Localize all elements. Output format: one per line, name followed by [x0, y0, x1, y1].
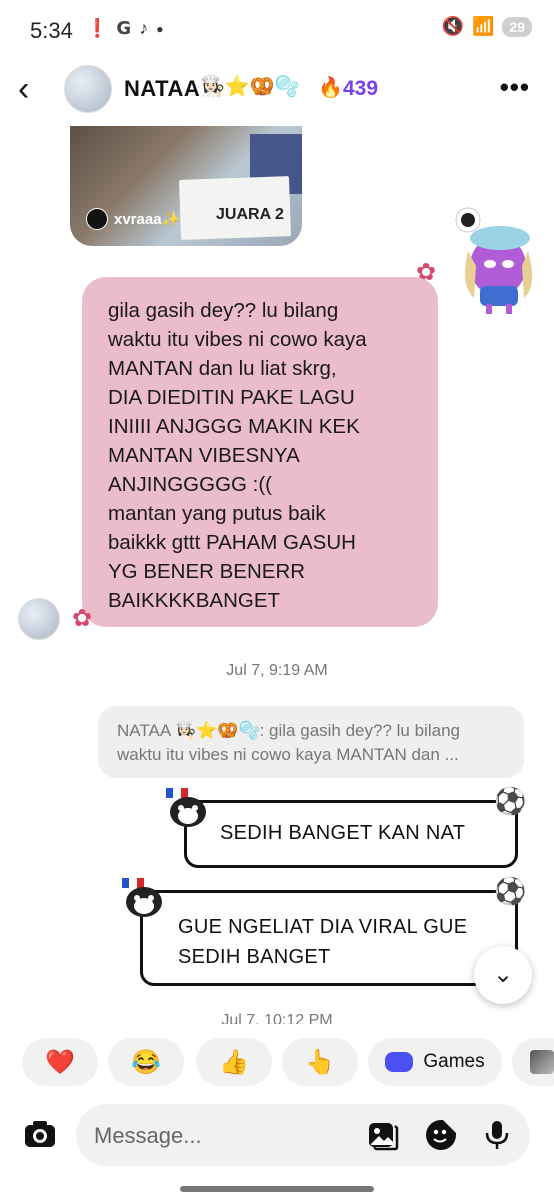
more-options-icon[interactable]: •••: [500, 72, 530, 103]
flower-reaction-icon: ✿: [72, 605, 93, 632]
quick-reply-row: ❤️ 😂 👍 👆 Games: [0, 1038, 554, 1088]
games-button[interactable]: Games: [368, 1038, 502, 1086]
quick-reply-heart[interactable]: ❤️: [22, 1038, 98, 1086]
sticker-thumbnail-icon: [530, 1050, 554, 1074]
streak-count: 439: [343, 77, 379, 100]
home-indicator[interactable]: [180, 1186, 374, 1192]
battery-icon: 29: [502, 16, 532, 37]
g-icon: G: [116, 18, 132, 39]
reply-quote-text: NATAA 👩🏻‍🍳⭐🥨🫧: gila gasih dey?? lu bilan…: [117, 721, 460, 764]
tiktok-icon: ♪: [139, 18, 149, 38]
outgoing-message-text: GUE NGELIAT DIA VIRAL GUE SEDIH BANGET: [178, 912, 467, 972]
quick-reply-thumbs-up[interactable]: 👍: [196, 1038, 272, 1086]
chat-header: ‹ NATAA 👩🏻‍🍳⭐🥨🫧 🔥 439 •••: [0, 60, 554, 122]
author-avatar: [86, 208, 108, 230]
contact-name-emojis: 👩🏻‍🍳⭐🥨🫧: [200, 76, 300, 98]
notification-dot-icon: ●: [156, 21, 164, 36]
quick-reply-laugh[interactable]: 😂: [108, 1038, 184, 1086]
outgoing-message-text: SEDIH BANGET KAN NAT: [220, 822, 466, 844]
certificate-text: JUARA 2: [216, 206, 284, 223]
timestamp: Jul 7, 10:12 PM: [221, 1012, 333, 1024]
soccer-ball-icon: ⚽: [494, 786, 527, 816]
incoming-message-text: gila gasih dey?? lu bilang waktu itu vib…: [108, 299, 367, 612]
gallery-icon[interactable]: [366, 1118, 400, 1152]
scroll-down-button[interactable]: ⌄: [474, 946, 532, 1004]
games-label: Games: [423, 1051, 485, 1072]
wifi-icon: 📶: [472, 16, 495, 36]
camera-icon[interactable]: [22, 1116, 58, 1152]
timestamp: Jul 7, 9:19 AM: [226, 662, 328, 679]
character-sticker: [455, 207, 533, 314]
video-author: xvraaa✨: [86, 208, 180, 230]
microphone-icon[interactable]: [480, 1118, 514, 1152]
shared-video-card[interactable]: JUARA 2 xvraaa✨: [70, 126, 302, 246]
status-right-icons: 🔇 📶 29: [442, 16, 532, 37]
sticker-icon[interactable]: [424, 1118, 458, 1152]
gamepad-icon: [385, 1052, 414, 1072]
avatar[interactable]: [64, 65, 112, 113]
status-left-icons: ❗ G ♪ ●: [86, 18, 163, 39]
dog-sticker-icon: [166, 788, 206, 827]
outgoing-message-line: GUE NGELIAT DIA VIRAL GUE: [178, 916, 468, 938]
soccer-ball-icon: ⚽: [494, 876, 527, 906]
alert-icon: ❗: [86, 18, 109, 38]
quick-reply-point-up[interactable]: 👆: [282, 1038, 358, 1086]
message-input[interactable]: [92, 1118, 356, 1154]
back-arrow-icon[interactable]: ‹: [18, 70, 29, 109]
contact-name[interactable]: NATAA: [124, 76, 200, 102]
outgoing-message-line: SEDIH BANGET: [178, 946, 331, 968]
status-time: 5:34: [30, 18, 73, 43]
dog-sticker-icon: [122, 878, 162, 917]
mute-icon: 🔇: [441, 16, 464, 36]
author-username: xvraaa✨: [114, 211, 181, 228]
flame-icon: 🔥: [318, 77, 343, 99]
status-bar: 5:34 ❗ G ♪ ● 🔇 📶 29: [0, 0, 554, 60]
quick-reply-sticker[interactable]: [512, 1038, 554, 1086]
sender-avatar[interactable]: [18, 598, 60, 640]
